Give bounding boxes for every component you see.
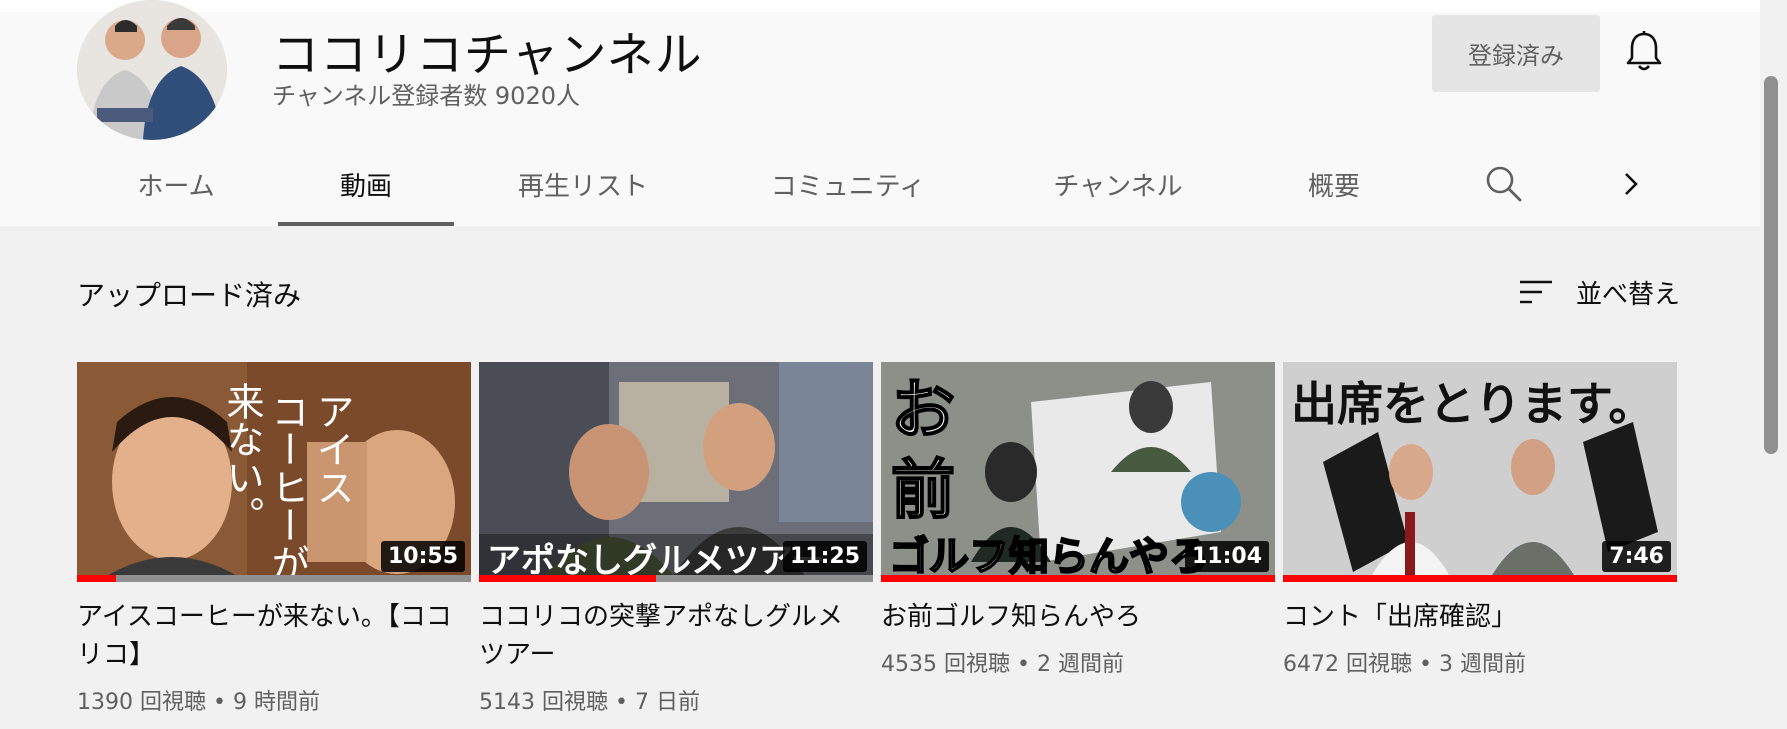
sort-label: 並べ替え xyxy=(1576,279,1681,310)
video-duration: 7:46 xyxy=(1602,541,1671,572)
video-duration: 11:04 xyxy=(1184,541,1269,572)
watch-progress xyxy=(881,575,1275,582)
video-title[interactable]: アイスコーヒーが来ない。【ココリコ】 xyxy=(77,598,457,674)
channel-avatar[interactable] xyxy=(77,0,227,140)
bell-icon[interactable] xyxy=(1624,30,1664,74)
video-title[interactable]: ココリコの突撃アポなしグルメツアー xyxy=(479,598,859,674)
upload-age: 7 日前 xyxy=(634,690,700,715)
video-title[interactable]: お前ゴルフ知らんやろ xyxy=(881,598,1261,636)
video-duration: 10:55 xyxy=(380,541,465,572)
thumbnail-caption: 来ない。 xyxy=(220,382,264,534)
video-thumbnail[interactable]: お 前 ゴルフ知らんやろ 11:04 xyxy=(881,362,1275,582)
watch-progress-fill xyxy=(881,575,1275,582)
video-thumbnail[interactable]: アポなしグルメツアー 11:25 xyxy=(479,362,873,582)
meta-separator: • xyxy=(1411,652,1439,677)
view-count: 5143 回視聴 xyxy=(479,690,608,715)
watch-progress xyxy=(77,575,471,582)
video-card[interactable]: アポなしグルメツアー 11:25 ココリコの突撃アポなしグルメツアー 5143 … xyxy=(479,362,873,716)
sort-button[interactable]: 並べ替え xyxy=(1516,270,1680,314)
meta-separator: • xyxy=(205,690,233,715)
thumbnail-caption: お xyxy=(891,374,955,448)
tab-channels[interactable]: チャンネル xyxy=(1044,142,1192,226)
avatar-photo xyxy=(77,0,227,140)
tab-label: ホーム xyxy=(137,171,215,202)
video-meta: 6472 回視聴 • 3 週間前 xyxy=(1283,646,1677,678)
video-thumbnail[interactable]: アイス コーヒーが 来ない。 10:55 xyxy=(77,362,471,582)
search-icon[interactable] xyxy=(1484,164,1524,204)
section-title: アップロード済み xyxy=(77,279,302,312)
chevron-right-icon[interactable] xyxy=(1614,164,1648,204)
tab-about[interactable]: 概要 xyxy=(1296,142,1372,226)
watch-progress xyxy=(1283,575,1677,582)
tab-label: 概要 xyxy=(1307,171,1360,202)
tab-videos[interactable]: 動画 xyxy=(278,142,454,226)
tab-label: 動画 xyxy=(339,171,392,202)
meta-separator: • xyxy=(607,690,635,715)
thumbnail-caption: アイス xyxy=(310,392,354,506)
upload-age: 2 週間前 xyxy=(1036,652,1124,677)
view-count: 6472 回視聴 xyxy=(1283,652,1412,677)
upload-age: 3 週間前 xyxy=(1438,652,1526,677)
watch-progress xyxy=(479,575,873,582)
view-count: 4535 回視聴 xyxy=(881,652,1010,677)
thumbnail-caption: 出席をとります。 xyxy=(1291,377,1654,431)
video-thumbnail[interactable]: 出席をとります。 7:46 xyxy=(1283,362,1677,582)
tab-community[interactable]: コミュニティ xyxy=(760,142,936,226)
tab-label: チャンネル xyxy=(1053,171,1183,202)
watch-progress-fill xyxy=(77,575,117,582)
video-meta: 1390 回視聴 • 9 時間前 xyxy=(77,684,471,716)
video-duration: 11:25 xyxy=(782,541,867,572)
view-count: 1390 回視聴 xyxy=(77,690,206,715)
top-strip xyxy=(0,0,1760,12)
thumbnail-caption: コーヒーが xyxy=(265,392,309,582)
meta-separator: • xyxy=(1009,652,1037,677)
video-card[interactable]: お 前 ゴルフ知らんやろ 11:04 お前ゴルフ知らんやろ 4535 回視聴 •… xyxy=(881,362,1275,678)
video-card[interactable]: アイス コーヒーが 来ない。 10:55 アイスコーヒーが来ない。【ココリコ】 … xyxy=(77,362,471,716)
tab-home[interactable]: ホーム xyxy=(112,142,240,226)
channel-header: ココリコチャンネル チャンネル登録者数 9020人 登録済み ホーム 動画 再生… xyxy=(0,0,1760,226)
tab-playlists[interactable]: 再生リスト xyxy=(500,142,666,226)
watch-progress-fill xyxy=(479,575,657,582)
subscribed-button[interactable]: 登録済み xyxy=(1432,15,1600,92)
tab-label: 再生リスト xyxy=(517,171,648,202)
video-title[interactable]: コント「出席確認」 xyxy=(1283,598,1663,636)
subscriber-count: チャンネル登録者数 9020人 xyxy=(272,82,580,110)
tab-label: コミュニティ xyxy=(770,171,926,202)
video-meta: 5143 回視聴 • 7 日前 xyxy=(479,684,873,716)
watch-progress-fill xyxy=(1283,575,1677,582)
sort-icon xyxy=(1520,280,1552,304)
video-card[interactable]: 出席をとります。 7:46 コント「出席確認」 6472 回視聴 • 3 週間前 xyxy=(1283,362,1677,678)
upload-age: 9 時間前 xyxy=(232,690,320,715)
thumbnail-caption: 前 xyxy=(891,454,955,528)
scrollbar-thumb[interactable] xyxy=(1764,76,1778,454)
channel-tabs: ホーム 動画 再生リスト コミュニティ チャンネル 概要 xyxy=(0,142,1760,226)
thumbnail-caption: ゴルフ知らんやろ xyxy=(889,534,1209,580)
channel-name: ココリコチャンネル xyxy=(272,28,703,83)
video-meta: 4535 回視聴 • 2 週間前 xyxy=(881,646,1275,678)
